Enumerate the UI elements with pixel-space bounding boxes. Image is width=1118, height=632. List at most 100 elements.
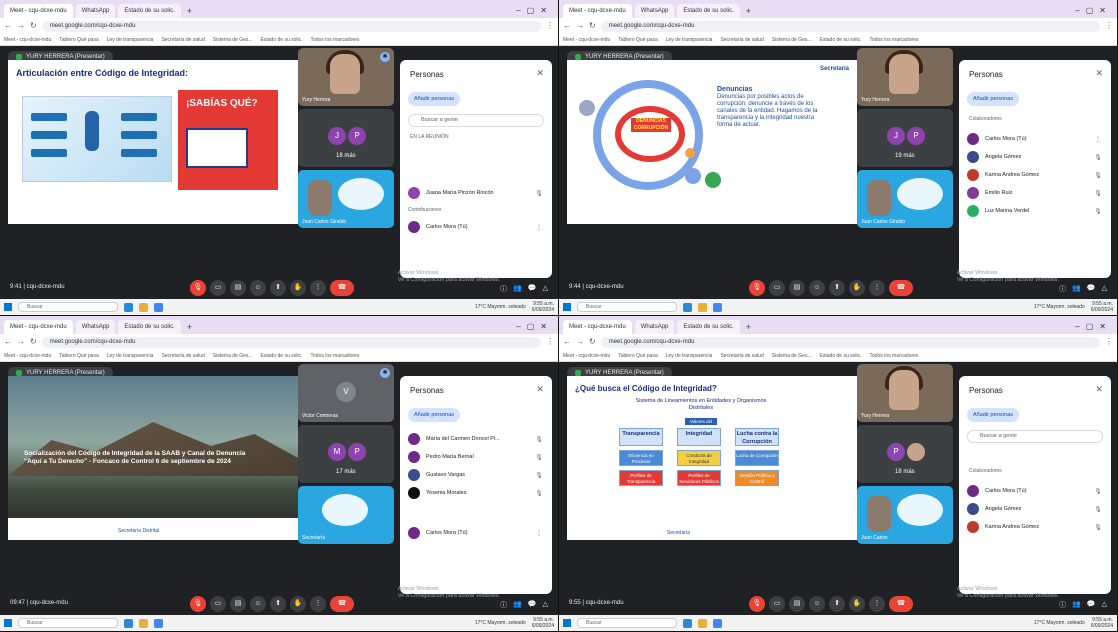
tab-meet[interactable]: Meet - cqu-dcxe-mdu (563, 320, 632, 334)
camera-icon[interactable]: ▭ (210, 280, 226, 296)
bookmark[interactable]: Ley de transparencia (666, 353, 713, 359)
bookmark[interactable]: Tablero Qué pasa (618, 353, 657, 359)
people-icon[interactable]: 👥 (1072, 284, 1081, 294)
camera-icon[interactable]: ▭ (769, 596, 785, 612)
mic-icon[interactable]: 🎙 (190, 596, 206, 612)
bookmark[interactable]: Todos los marcadores (311, 37, 360, 43)
mic-off-icon[interactable]: 🎙 (1093, 172, 1103, 179)
edge-icon[interactable] (683, 302, 692, 312)
activities-icon[interactable]: △ (543, 600, 548, 610)
close-icon[interactable]: ✕ (536, 384, 544, 395)
add-people-button[interactable]: Añadir personas (967, 408, 1020, 422)
more-icon[interactable]: ⋮ (310, 280, 326, 296)
edge-icon[interactable] (683, 618, 692, 628)
mic-off-icon[interactable]: 🎙 (1093, 208, 1103, 215)
chat-icon[interactable]: 💬 (1087, 600, 1096, 610)
search-input[interactable]: Buscar a gente (408, 114, 544, 127)
forward-icon[interactable]: → (17, 334, 25, 350)
url-field[interactable]: meet.google.com/cqu-dcxe-mdu (41, 20, 541, 32)
bookmark[interactable]: Meet - cqu-dcxe-mdu (563, 353, 610, 359)
reload-icon[interactable]: ↻ (589, 334, 596, 350)
participant-tile[interactable]: Juan Carlos Giraldo (298, 170, 394, 228)
list-item[interactable]: Emilio Ruiz 🎙 (967, 184, 1103, 202)
bookmark[interactable]: Sistema de Ges... (213, 353, 253, 359)
menu-icon[interactable]: ⋮ (546, 18, 554, 34)
new-tab-button[interactable]: + (743, 4, 754, 18)
chrome-icon[interactable] (154, 302, 163, 312)
windows-start-icon[interactable] (4, 619, 12, 627)
folder-icon[interactable] (698, 302, 707, 312)
list-item[interactable]: Angela Gómez 🎙 (967, 500, 1103, 518)
tab-estado[interactable]: Estado de su solic. (118, 4, 181, 18)
tab-meet[interactable]: Meet - cqu-dcxe-mdu (4, 4, 73, 18)
people-icon[interactable]: 👥 (513, 284, 522, 294)
chat-icon[interactable]: 💬 (528, 284, 537, 294)
end-call-button[interactable]: ☎ (889, 596, 913, 612)
window-controls[interactable]: –▢✕ (511, 4, 558, 18)
more-icon[interactable]: ⋮ (534, 530, 544, 537)
more-icon[interactable]: ⋮ (534, 224, 544, 231)
participant-tile[interactable]: ✱ Yury Herrera (298, 48, 394, 106)
close-icon[interactable]: ✕ (1095, 384, 1103, 395)
present-icon[interactable]: ⬆ (829, 596, 845, 612)
mic-off-icon[interactable]: 🎙 (1093, 154, 1103, 161)
participant-tile[interactable]: Yury Herrera (857, 48, 953, 106)
others-tile[interactable]: J P 19 más (857, 109, 953, 167)
activities-icon[interactable]: △ (1102, 284, 1107, 294)
mic-off-icon[interactable]: 🎙 (1093, 524, 1103, 531)
bookmark[interactable]: Todos los marcadores (870, 37, 919, 43)
add-people-button[interactable]: Añadir personas (967, 92, 1020, 106)
people-icon[interactable]: 👥 (1072, 600, 1081, 610)
bookmark[interactable]: Todos los marcadores (311, 353, 360, 359)
taskbar-search[interactable]: Buscar (577, 302, 677, 312)
participant-tile[interactable]: Juan Carlos Giraldo (857, 170, 953, 228)
bookmark[interactable]: Meet - cqu-dcxe-mdu (4, 353, 51, 359)
bookmark[interactable]: Estado de su solic. (820, 37, 862, 43)
taskbar-search[interactable]: Buscar (18, 618, 118, 628)
menu-icon[interactable]: ⋮ (1105, 18, 1113, 34)
bookmark[interactable]: Sistema de Ges... (772, 353, 812, 359)
windows-start-icon[interactable] (563, 303, 571, 311)
list-item[interactable]: Luz Marina Verdel 🎙 (967, 202, 1103, 220)
list-item[interactable]: María del Carmen Doncel Pi... 🎙 (408, 430, 544, 448)
mic-off-icon[interactable]: 🎙 (534, 436, 544, 443)
bookmark[interactable]: Meet - cqu-dcxe-mdu (4, 37, 51, 43)
tab-estado[interactable]: Estado de su solic. (118, 320, 181, 334)
info-icon[interactable]: ⓘ (500, 600, 507, 610)
folder-icon[interactable] (139, 302, 148, 312)
bookmark[interactable]: Estado de su solic. (261, 37, 303, 43)
back-icon[interactable]: ← (4, 18, 12, 34)
participant-tile[interactable]: Juan Carlos (857, 486, 953, 544)
captions-icon[interactable]: ▤ (230, 280, 246, 296)
bookmark[interactable]: Ley de transparencia (107, 353, 154, 359)
list-item[interactable]: Angela Gómez 🎙 (967, 148, 1103, 166)
more-icon[interactable]: ⋮ (1093, 136, 1103, 143)
participant-tile[interactable]: Yury Herrera (857, 364, 953, 422)
new-tab-button[interactable]: + (743, 320, 754, 334)
bookmark[interactable]: Tablero Qué pasa (59, 353, 98, 359)
list-item[interactable]: Karina Andrea Gómez 🎙 (967, 518, 1103, 536)
taskbar-search[interactable]: Buscar (18, 302, 118, 312)
menu-icon[interactable]: ⋮ (1105, 334, 1113, 350)
reload-icon[interactable]: ↻ (30, 334, 37, 350)
more-icon[interactable]: ⋮ (310, 596, 326, 612)
hand-icon[interactable]: ✋ (849, 280, 865, 296)
windows-start-icon[interactable] (4, 303, 12, 311)
add-people-button[interactable]: Añadir personas (408, 92, 461, 106)
new-tab-button[interactable]: + (184, 4, 195, 18)
mic-off-icon[interactable]: 🎙 (534, 490, 544, 497)
window-controls[interactable]: –▢✕ (1070, 320, 1117, 334)
tab-whatsapp[interactable]: WhatsApp (634, 4, 675, 18)
chrome-icon[interactable] (154, 618, 163, 628)
list-item[interactable]: Carlos Mora (Tú) 🎙 (967, 482, 1103, 500)
camera-icon[interactable]: ▭ (210, 596, 226, 612)
add-people-button[interactable]: Añadir personas (408, 408, 461, 422)
reload-icon[interactable]: ↻ (30, 18, 37, 34)
taskbar-search[interactable]: Buscar (577, 618, 677, 628)
bookmark[interactable]: Tablero Qué pasa (618, 37, 657, 43)
pin-icon[interactable]: ✱ (380, 52, 390, 62)
others-tile[interactable]: P 18 más (857, 425, 953, 483)
mic-off-icon[interactable]: 🎙 (1093, 190, 1103, 197)
hand-icon[interactable]: ✋ (290, 596, 306, 612)
end-call-button[interactable]: ☎ (889, 280, 913, 296)
